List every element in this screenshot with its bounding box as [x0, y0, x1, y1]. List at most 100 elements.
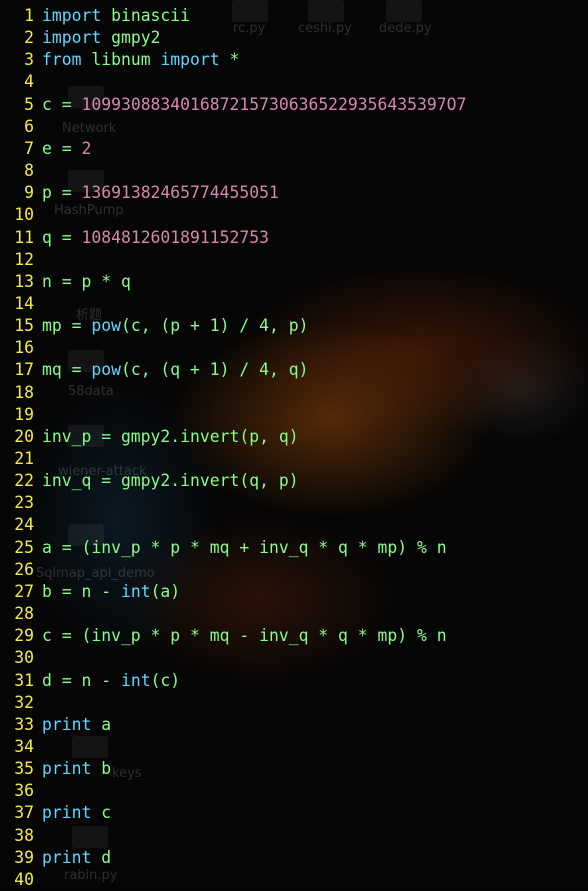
- code-line[interactable]: 18: [0, 382, 42, 404]
- code-token: int: [120, 670, 151, 690]
- line-number: 10: [14, 205, 34, 225]
- code-text[interactable]: import gmpy2: [42, 27, 160, 49]
- code-line[interactable]: 30: [0, 647, 42, 669]
- code-text[interactable]: a = (inv_p * p * mq + inv_q * q * mp) % …: [42, 537, 447, 559]
- code-token: q =: [42, 227, 82, 247]
- code-line[interactable]: 37 print c: [0, 802, 111, 824]
- line-number: 28: [14, 604, 34, 624]
- code-token: mp =: [42, 316, 92, 336]
- code-line[interactable]: 26: [0, 559, 42, 581]
- code-line[interactable]: 15 mp = pow(c, (p + 1) / 4, p): [0, 315, 308, 337]
- code-line[interactable]: 25 a = (inv_p * p * mq + inv_q * q * mp) …: [0, 537, 447, 559]
- code-line[interactable]: 31 d = n - int(c): [0, 670, 180, 692]
- code-text[interactable]: b = n - int(a): [42, 581, 180, 603]
- code-line[interactable]: 27 b = n - int(a): [0, 581, 180, 603]
- line-number: 15: [14, 316, 34, 336]
- code-text[interactable]: inv_q = gmpy2.invert(q, p): [42, 470, 299, 492]
- code-text[interactable]: mq = pow(c, (q + 1) / 4, q): [42, 359, 308, 381]
- line-number: 11: [14, 227, 34, 247]
- code-token: b = n -: [42, 581, 121, 601]
- code-line[interactable]: 11 q = 1084812601891152753: [0, 227, 269, 249]
- code-line[interactable]: 16: [0, 337, 42, 359]
- line-number: 5: [24, 94, 34, 114]
- code-token: pow: [91, 316, 121, 336]
- code-line[interactable]: 33 print a: [0, 714, 111, 736]
- code-text[interactable]: c = 109930883401687215730636522935643539…: [42, 94, 466, 116]
- code-line[interactable]: 10: [0, 204, 42, 226]
- code-text[interactable]: print a: [42, 714, 111, 736]
- line-number: 17: [14, 360, 34, 380]
- code-text[interactable]: mp = pow(c, (p + 1) / 4, p): [42, 315, 308, 337]
- line-number: 16: [14, 338, 34, 358]
- code-line[interactable]: 6: [0, 116, 42, 138]
- code-token: d = n -: [42, 670, 121, 690]
- code-line[interactable]: 20 inv_p = gmpy2.invert(p, q): [0, 426, 299, 448]
- code-line[interactable]: 17 mq = pow(c, (q + 1) / 4, q): [0, 359, 308, 381]
- code-line[interactable]: 36: [0, 780, 42, 802]
- code-token: 1084812601891152753: [81, 227, 269, 247]
- line-number: 9: [24, 183, 34, 203]
- code-text[interactable]: n = p * q: [42, 271, 131, 293]
- code-token: b: [91, 759, 112, 779]
- code-line[interactable]: 39 print d: [0, 847, 111, 869]
- line-number: 35: [14, 759, 34, 779]
- line-number: 37: [14, 803, 34, 823]
- code-token: import: [42, 28, 102, 48]
- line-number: 7: [24, 138, 34, 158]
- line-number: 29: [14, 626, 34, 646]
- code-line[interactable]: 3 from libnum import *: [0, 49, 239, 71]
- code-token: print: [42, 759, 92, 779]
- code-line[interactable]: 9 p = 13691382465774455051: [0, 182, 279, 204]
- code-text[interactable]: e = 2: [42, 138, 91, 160]
- code-line[interactable]: 32: [0, 692, 42, 714]
- code-line[interactable]: 35 print b: [0, 758, 111, 780]
- code-line[interactable]: 29 c = (inv_p * p * mq - inv_q * q * mp) …: [0, 625, 447, 647]
- code-token: (c, (q + 1) / 4, q): [120, 360, 309, 380]
- code-token: inv_p = gmpy2.invert(p, q): [42, 426, 299, 446]
- line-number: 24: [14, 515, 34, 535]
- code-line[interactable]: 34: [0, 736, 42, 758]
- code-token: c =: [42, 94, 82, 114]
- code-token: pow: [91, 360, 121, 380]
- code-token: print: [42, 714, 92, 734]
- code-text[interactable]: inv_p = gmpy2.invert(p, q): [42, 426, 299, 448]
- code-text[interactable]: p = 13691382465774455051: [42, 182, 279, 204]
- code-line[interactable]: 7 e = 2: [0, 138, 91, 160]
- code-text[interactable]: from libnum import *: [42, 49, 239, 71]
- code-text[interactable]: import binascii: [42, 5, 190, 27]
- code-line[interactable]: 24: [0, 514, 42, 536]
- line-number: 2: [24, 28, 34, 48]
- code-token: gmpy2: [101, 28, 161, 48]
- code-line[interactable]: 12: [0, 249, 42, 271]
- code-line[interactable]: 2 import gmpy2: [0, 27, 160, 49]
- code-line[interactable]: 14: [0, 293, 42, 315]
- code-line[interactable]: 19: [0, 404, 42, 426]
- code-line[interactable]: 13 n = p * q: [0, 271, 131, 293]
- code-line[interactable]: 28: [0, 603, 42, 625]
- code-line[interactable]: 40: [0, 869, 42, 891]
- line-number: 4: [24, 72, 34, 92]
- code-line[interactable]: 8: [0, 160, 42, 182]
- code-line[interactable]: 38: [0, 825, 42, 847]
- code-token: c: [91, 803, 112, 823]
- code-editor[interactable]: 1 import binascii 2 import gmpy2 3 from libnu…: [0, 0, 588, 889]
- code-line[interactable]: 22 inv_q = gmpy2.invert(q, p): [0, 470, 299, 492]
- code-token: 1099308834016872157306365229356435397O7: [81, 94, 467, 114]
- line-number: 13: [14, 271, 34, 291]
- code-token: (c, (p + 1) / 4, p): [120, 316, 309, 336]
- code-token: int: [120, 581, 151, 601]
- code-line[interactable]: 5 c = 10993088340168721573063652293564353…: [0, 94, 466, 116]
- code-text[interactable]: c = (inv_p * p * mq - inv_q * q * mp) % …: [42, 625, 447, 647]
- line-number: 23: [14, 493, 34, 513]
- line-number: 31: [14, 670, 34, 690]
- code-text[interactable]: d = n - int(c): [42, 670, 180, 692]
- code-text[interactable]: print c: [42, 802, 111, 824]
- code-line[interactable]: 21: [0, 448, 42, 470]
- code-text[interactable]: q = 1084812601891152753: [42, 227, 269, 249]
- code-text[interactable]: print b: [42, 758, 111, 780]
- code-line[interactable]: 4: [0, 71, 42, 93]
- code-line[interactable]: 1 import binascii: [0, 5, 190, 27]
- code-line[interactable]: 23: [0, 492, 42, 514]
- code-text[interactable]: print d: [42, 847, 111, 869]
- code-token: p =: [42, 183, 82, 203]
